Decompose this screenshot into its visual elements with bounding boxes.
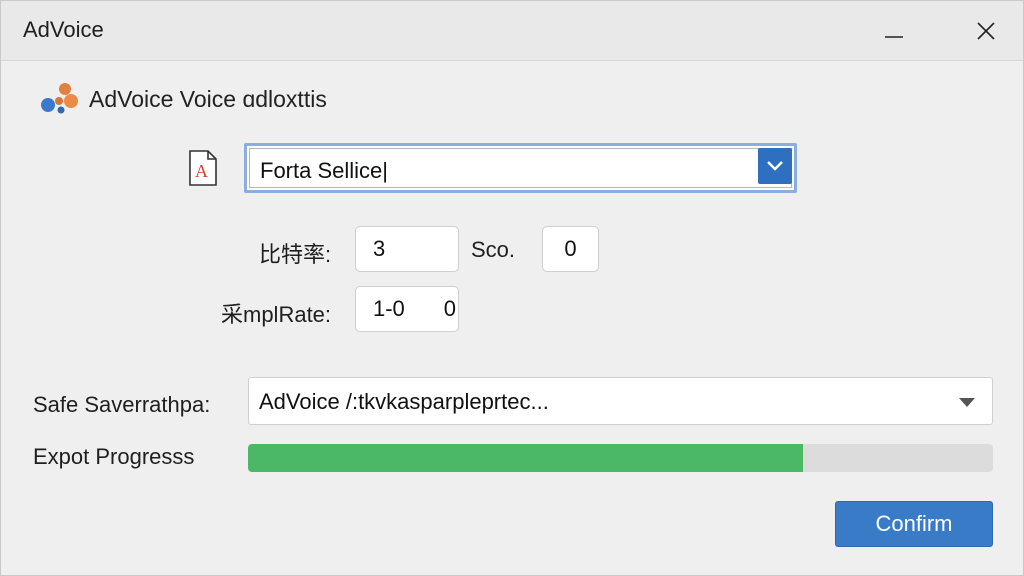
bitrate-value: 3 [373,236,386,261]
save-path-select[interactable]: AdVoice /:tkvkasparpleprtec... [248,377,993,425]
app-heading: AdVoice Voice ɑdloxttis [89,85,327,112]
sco-value: 0 [564,236,577,261]
export-progress-bar [248,444,993,472]
minimize-icon [885,36,903,38]
format-dropdown-button[interactable] [758,148,792,184]
triangle-down-icon[interactable] [958,397,976,408]
minimize-button[interactable] [871,11,917,51]
export-progress-label: Expot Progresss [33,444,195,469]
export-progress-fill [248,444,804,472]
sco-input[interactable]: 0 [542,226,599,272]
sample-rate-input[interactable]: 1-0 0 [355,286,459,332]
close-button[interactable] [963,11,1009,51]
sample-rate-label: 采mplRate: [221,302,332,327]
app-header: AdVoice Voice ɑdloxttis [39,81,327,117]
dialog-window: AdVoice AdVoice Voice ɑdloxttis A Forta … [0,0,1024,576]
save-path-value: AdVoice /:tkvkasparpleprtec... [259,389,549,414]
text-file-icon: A [189,150,217,186]
close-icon [977,22,995,40]
format-select-field: Forta Sellice| [249,148,792,188]
sample-rate-value-right: 0 [443,296,456,321]
svg-text:A: A [195,161,208,181]
sco-label: Sco. [471,237,516,262]
format-select[interactable]: Forta Sellice| [244,143,797,193]
format-select-value: Forta Sellice| [260,158,388,183]
bitrate-input[interactable]: 3 [355,226,459,272]
bitrate-label: 比特率: [259,242,332,267]
chevron-down-icon [767,161,783,171]
title-bar: AdVoice [1,1,1023,61]
window-title: AdVoice [23,17,104,42]
sample-rate-value-left: 1-0 [373,296,405,321]
confirm-button[interactable]: Confirm [835,501,993,547]
save-path-label: Safe Saverrathpa: [33,392,211,417]
advoice-logo-icon [41,83,78,114]
